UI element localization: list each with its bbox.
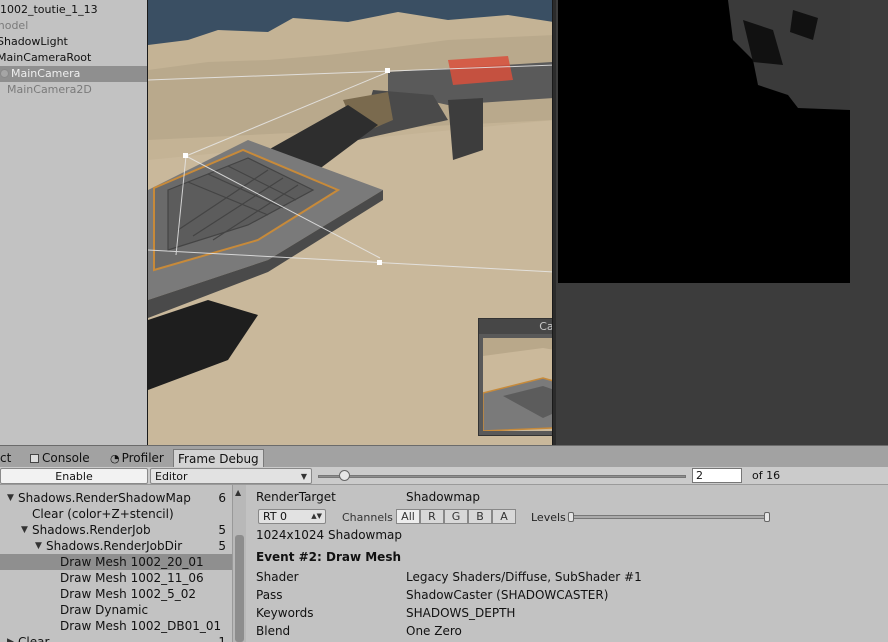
event-tree-row-count: 5 [218, 539, 226, 553]
hierarchy-panel: 1002_toutie_1_13 model ShadowLight MainC… [0, 0, 147, 445]
levels-min-handle[interactable] [568, 512, 574, 522]
scene-view[interactable]: Camera Preview [147, 0, 553, 445]
event-tree-row-label: Clear (color+Z+stencil) [32, 507, 174, 521]
event-tree-row-count: 1 [218, 635, 226, 642]
event-tree-row-label: Shadows.RenderJob [32, 523, 151, 537]
hierarchy-item-label: MainCamera [11, 67, 81, 80]
tab-console[interactable]: Console [26, 449, 94, 468]
event-index-input[interactable]: 2 [692, 468, 742, 483]
event-total-label: of 16 [752, 469, 781, 482]
event-property-row: Shader Legacy Shaders/Diffuse, SubShader … [256, 569, 876, 585]
event-tree-row-label: Draw Mesh 1002_11_06 [60, 571, 204, 585]
frame-debug-toolbar: Enable Editor ▼ 2 of 16 [0, 467, 888, 485]
hierarchy-item[interactable]: 1002_toutie_1_13 [0, 2, 147, 18]
channels-bar: RT 0 ▲▼ Channels All R G B A Levels [246, 508, 888, 526]
property-value: SHADOWS_DEPTH [406, 606, 516, 620]
collapse-arrow-icon[interactable]: ▶ [7, 634, 14, 642]
event-tree-row[interactable]: Draw Mesh 1002_DB01_01 [0, 618, 232, 634]
event-tree-row[interactable]: Draw Dynamic [0, 602, 232, 618]
expand-arrow-icon[interactable]: ▼ [21, 522, 28, 538]
render-target-row: RenderTarget Shadowmap [256, 489, 876, 505]
property-key: Blend [256, 624, 291, 638]
expand-arrow-icon[interactable]: ▼ [35, 538, 42, 554]
enable-button[interactable]: Enable [0, 468, 148, 484]
camera-preview-title: Camera Preview [479, 319, 552, 334]
event-tree-row-label: Draw Mesh 1002_5_02 [60, 587, 197, 601]
event-tree-row[interactable]: Clear (color+Z+stencil) [0, 506, 232, 522]
event-property-row: Pass ShadowCaster (SHADOWCASTER) [256, 587, 876, 603]
channel-b-button[interactable]: B [468, 509, 492, 524]
channel-all-button[interactable]: All [396, 509, 420, 524]
event-tree-row-count: 5 [218, 523, 226, 537]
console-icon [30, 454, 39, 463]
hierarchy-item-selected[interactable]: MainCamera [0, 66, 147, 82]
shadowmap-texture [558, 0, 850, 283]
channels-label: Channels [342, 511, 393, 524]
property-value: One Zero [406, 624, 462, 638]
event-tree-row-label: Draw Mesh 1002_DB01_01 [60, 619, 222, 633]
event-tree-row-selected[interactable]: Draw Mesh 1002_20_01 [0, 554, 232, 570]
rt-select[interactable]: RT 0 ▲▼ [258, 509, 326, 524]
event-tree: ▼ Shadows.RenderShadowMap 6 Clear (color+Z+… [0, 485, 232, 642]
hierarchy-item-label: MainCameraRoot [0, 51, 92, 64]
gameobject-icon [0, 69, 9, 78]
event-tree-row-label: Draw Mesh 1002_20_01 [60, 555, 204, 569]
event-tree-row[interactable]: ▼ Shadows.RenderShadowMap 6 [0, 490, 232, 506]
hierarchy-item-label: model [0, 19, 29, 32]
event-tree-row[interactable]: ▼ Shadows.RenderJob 5 [0, 522, 232, 538]
hierarchy-item[interactable]: ShadowLight [0, 34, 144, 50]
property-key: Pass [256, 588, 283, 602]
hierarchy-item[interactable]: model [0, 18, 141, 34]
event-tree-row[interactable]: ▶ Clear 1 [0, 634, 232, 642]
channel-g-button[interactable]: G [444, 509, 468, 524]
camera-preview: Camera Preview [478, 318, 552, 436]
event-property-row: Keywords SHADOWS_DEPTH [256, 605, 876, 621]
event-slider-track[interactable] [318, 475, 686, 478]
property-key: Keywords [256, 606, 314, 620]
event-tree-row[interactable]: ▼ Shadows.RenderJobDir 5 [0, 538, 232, 554]
tab-project[interactable]: ct [0, 449, 15, 468]
event-property-row: Blend One Zero [256, 623, 876, 639]
stepper-arrows-icon: ▲▼ [311, 512, 322, 520]
profiler-icon: ◔ [110, 452, 120, 465]
hierarchy-item-label: MainCamera2D [7, 83, 92, 96]
levels-slider-track[interactable] [570, 515, 770, 519]
event-tree-row-label: Shadows.RenderJobDir [46, 539, 183, 553]
property-value: Legacy Shaders/Diffuse, SubShader #1 [406, 570, 642, 584]
texture-resolution: 1024x1024 Shadowmap [256, 528, 403, 542]
render-target-view [556, 0, 888, 445]
event-title: Event #2: Draw Mesh [256, 550, 402, 564]
event-tree-row-label: Clear [18, 635, 50, 642]
target-select[interactable]: Editor ▼ [150, 468, 312, 484]
editor-tab-bar: ct Console ◔ Profiler Frame Debug [0, 445, 888, 468]
render-target-value: Shadowmap [406, 490, 481, 504]
dropdown-arrow-icon: ▼ [300, 472, 307, 481]
tab-frame-debug[interactable]: Frame Debug [173, 449, 264, 468]
scroll-up-arrow-icon[interactable]: ▲ [235, 488, 241, 497]
event-tree-row-count: 6 [218, 491, 226, 505]
scrollbar-thumb[interactable] [235, 535, 244, 642]
hierarchy-item-label: ShadowLight [0, 35, 68, 48]
render-target-label: RenderTarget [256, 490, 336, 504]
expand-arrow-icon[interactable]: ▼ [7, 490, 14, 506]
hierarchy-item-label: 1002_toutie_1_13 [0, 3, 98, 16]
camera-preview-image [483, 338, 552, 431]
tab-profiler[interactable]: ◔ Profiler [106, 449, 168, 468]
event-slider-thumb[interactable] [338, 470, 350, 481]
levels-label: Levels [531, 511, 566, 524]
event-tree-row-label: Shadows.RenderShadowMap [18, 491, 191, 505]
property-key: Shader [256, 570, 299, 584]
event-tree-row[interactable]: Draw Mesh 1002_5_02 [0, 586, 232, 602]
event-details-panel: RenderTarget Shadowmap RT 0 ▲▼ Channels A… [246, 485, 888, 642]
channel-a-button[interactable]: A [492, 509, 516, 524]
event-tree-scrollbar[interactable]: ▲ [232, 485, 246, 642]
property-value: ShadowCaster (SHADOWCASTER) [406, 588, 609, 602]
event-tree-row-label: Draw Dynamic [60, 603, 149, 617]
hierarchy-item[interactable]: MainCameraRoot [0, 50, 144, 66]
hierarchy-item[interactable]: MainCamera2D [0, 82, 147, 98]
event-tree-row[interactable]: Draw Mesh 1002_11_06 [0, 570, 232, 586]
channel-r-button[interactable]: R [420, 509, 444, 524]
levels-max-handle[interactable] [764, 512, 770, 522]
